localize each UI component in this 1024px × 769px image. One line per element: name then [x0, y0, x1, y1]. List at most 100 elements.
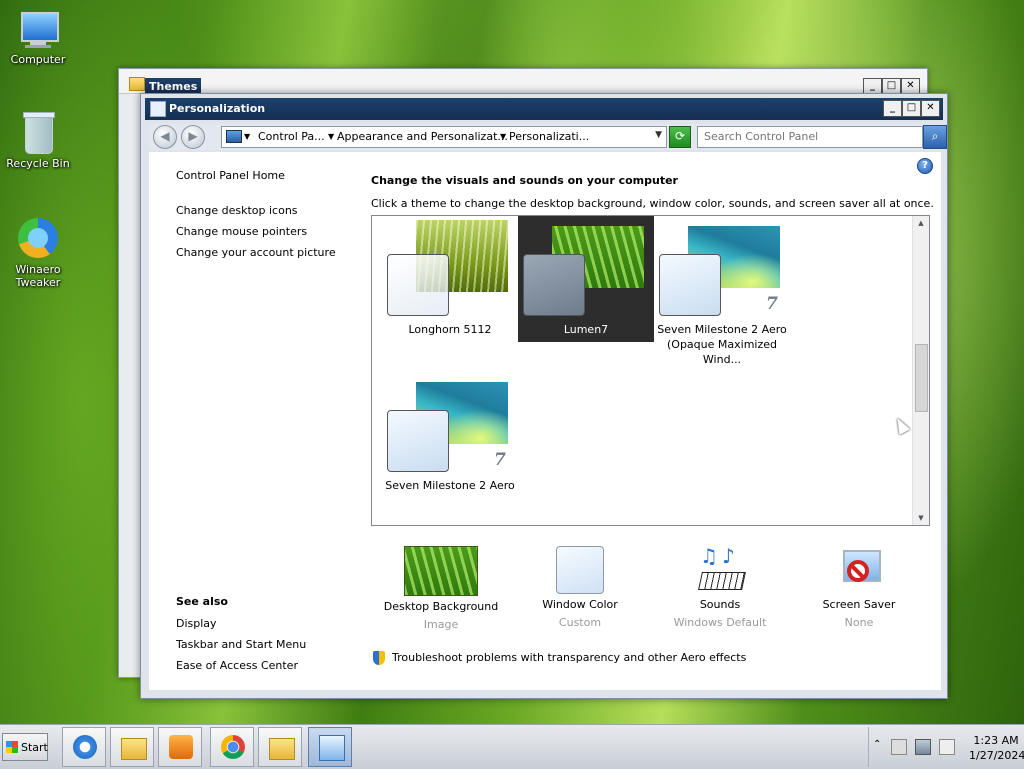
scroll-down-arrow-icon[interactable]: ▼ [913, 511, 929, 525]
sounds-setting[interactable]: ♫ ♪ Sounds Windows Default [660, 544, 780, 629]
windows-flag-icon [6, 741, 18, 753]
clock-time: 1:23 AM [973, 734, 1019, 747]
theme-window-preview [659, 254, 721, 316]
media-player-icon [169, 735, 193, 759]
display-link[interactable]: Display [176, 617, 217, 630]
theme-window-preview [523, 254, 585, 316]
theme-name: Seven Milestone 2 Aero (Opaque Maximized… [657, 323, 787, 366]
change-account-picture-link[interactable]: Change your account picture [176, 246, 336, 259]
window-color-icon [556, 546, 604, 594]
scroll-up-arrow-icon[interactable]: ▲ [913, 216, 929, 230]
content-pane: ? Control Panel Home Change desktop icon… [149, 152, 941, 690]
setting-value: Windows Default [673, 616, 767, 629]
refresh-button[interactable]: ⟳ [669, 126, 691, 148]
window-color-setting[interactable]: Window Color Custom [520, 546, 640, 629]
desktop-icon-label: Winaero Tweaker [15, 263, 61, 289]
address-dropdown-icon[interactable]: ▼ [655, 130, 662, 140]
theme-name: Lumen7 [563, 323, 609, 336]
system-tray: ⌃ 1:23 AM 1/27/2024 [868, 727, 1024, 767]
folder-icon [121, 738, 147, 760]
chevron-icon[interactable]: ▼ [244, 132, 250, 141]
desktop-icon-recycle-bin[interactable]: Recycle Bin [0, 110, 76, 170]
sounds-icon: ♫ ♪ [696, 544, 746, 594]
chevron-icon[interactable]: ▼ [328, 132, 334, 141]
taskbar-control-panel[interactable] [308, 727, 352, 767]
desktop-background-icon [404, 546, 478, 596]
control-panel-home-link[interactable]: Control Panel Home [176, 169, 285, 182]
navigation-bar: ◀ ▶ ▼ Control Pa... ▼ Appearance and Per… [149, 124, 947, 150]
taskbar-file-explorer[interactable] [110, 727, 154, 767]
personalization-window[interactable]: Personalization _ □ ✕ ◀ ▶ ▼ Control Pa..… [140, 93, 948, 699]
internet-explorer-icon [73, 735, 97, 759]
show-hidden-icons-icon[interactable]: ⌃ [873, 739, 881, 750]
change-mouse-pointers-link[interactable]: Change mouse pointers [176, 225, 307, 238]
theme-item-seven-milestone-aero[interactable]: 7 Seven Milestone 2 Aero [382, 372, 518, 498]
setting-label: Desktop Background [383, 600, 499, 613]
desktop-icon-winaero-tweaker[interactable]: Winaero Tweaker [0, 216, 76, 289]
window-title: Personalization [169, 102, 266, 115]
computer-icon [17, 10, 59, 50]
setting-label: Window Color [542, 598, 618, 611]
folder-icon [269, 738, 295, 760]
taskbar-start-menu-link[interactable]: Taskbar and Start Menu [176, 638, 306, 651]
network-icon[interactable] [915, 739, 931, 755]
volume-icon[interactable] [939, 739, 955, 755]
theme-list[interactable]: Longhorn 5112 Lumen7 7 Seven Milestone 2… [371, 215, 930, 526]
windows-7-badge-icon: 7 [494, 450, 506, 470]
theme-window-preview [387, 254, 449, 316]
themes-window-titlebar[interactable] [119, 69, 927, 94]
desktop-icon-computer[interactable]: Computer [0, 10, 76, 66]
personalization-icon [150, 101, 166, 117]
screen-saver-icon [835, 546, 883, 594]
breadcrumb-appearance[interactable]: Appearance and Personalizat... [337, 130, 508, 143]
folder-icon [129, 77, 145, 91]
search-icon[interactable]: ⌕ [923, 125, 947, 149]
control-panel-icon [319, 735, 345, 761]
screen-saver-setting[interactable]: Screen Saver None [799, 546, 919, 629]
search-input[interactable] [698, 127, 920, 145]
page-heading: Change the visuals and sounds on your co… [371, 174, 678, 187]
recycle-bin-icon [23, 110, 55, 154]
minimize-button[interactable]: _ [883, 100, 902, 117]
start-button[interactable]: Start [2, 733, 48, 761]
taskbar-folder[interactable] [258, 727, 302, 767]
setting-label: Screen Saver [822, 598, 896, 611]
chevron-icon[interactable]: ▼ [500, 132, 506, 141]
windows-7-badge-icon: 7 [766, 294, 778, 314]
close-button[interactable]: ✕ [921, 100, 940, 117]
address-bar[interactable]: ▼ Control Pa... ▼ Appearance and Persona… [221, 126, 667, 148]
forward-button[interactable]: ▶ [181, 125, 205, 149]
taskbar: Start ⌃ 1:23 AM 1/27/2024 [0, 724, 1024, 769]
search-box[interactable] [697, 126, 923, 148]
theme-item-longhorn-5112[interactable]: Longhorn 5112 [382, 216, 518, 342]
change-desktop-icons-link[interactable]: Change desktop icons [176, 204, 298, 217]
clock[interactable]: 1:23 AM 1/27/2024 [969, 733, 1024, 763]
taskbar-chrome[interactable] [210, 727, 254, 767]
maximize-button[interactable]: □ [902, 100, 921, 117]
ease-of-access-link[interactable]: Ease of Access Center [176, 659, 298, 672]
clock-date: 1/27/2024 [969, 749, 1024, 762]
taskbar-media-player[interactable] [158, 727, 202, 767]
setting-value: Image [423, 618, 459, 631]
help-icon[interactable]: ? [917, 158, 933, 174]
breadcrumb-personalization[interactable]: Personalizati... [509, 130, 589, 143]
back-button[interactable]: ◀ [153, 125, 177, 149]
chrome-icon [221, 735, 245, 759]
breadcrumb-control-panel[interactable]: Control Pa... [258, 130, 325, 143]
control-panel-icon [226, 130, 242, 143]
taskbar-internet-explorer[interactable] [62, 727, 106, 767]
winaero-tweaker-icon [16, 216, 60, 260]
troubleshoot-link[interactable]: Troubleshoot problems with transparency … [392, 651, 746, 664]
window-titlebar[interactable]: Personalization _ □ ✕ [145, 98, 943, 120]
scrollbar-thumb[interactable] [915, 344, 928, 412]
action-center-icon[interactable] [891, 739, 907, 755]
desktop-background-setting[interactable]: Desktop Background Image [381, 546, 501, 631]
desktop-icon-label: Recycle Bin [6, 157, 70, 170]
theme-window-preview [387, 410, 449, 472]
start-label: Start [21, 741, 48, 754]
theme-item-lumen7[interactable]: Lumen7 [518, 216, 654, 342]
theme-list-scrollbar[interactable]: ▲ ▼ [912, 216, 929, 525]
setting-value: Custom [558, 616, 602, 629]
setting-label: Sounds [699, 598, 741, 611]
theme-item-seven-milestone-opaque[interactable]: 7 Seven Milestone 2 Aero (Opaque Maximiz… [654, 216, 790, 366]
